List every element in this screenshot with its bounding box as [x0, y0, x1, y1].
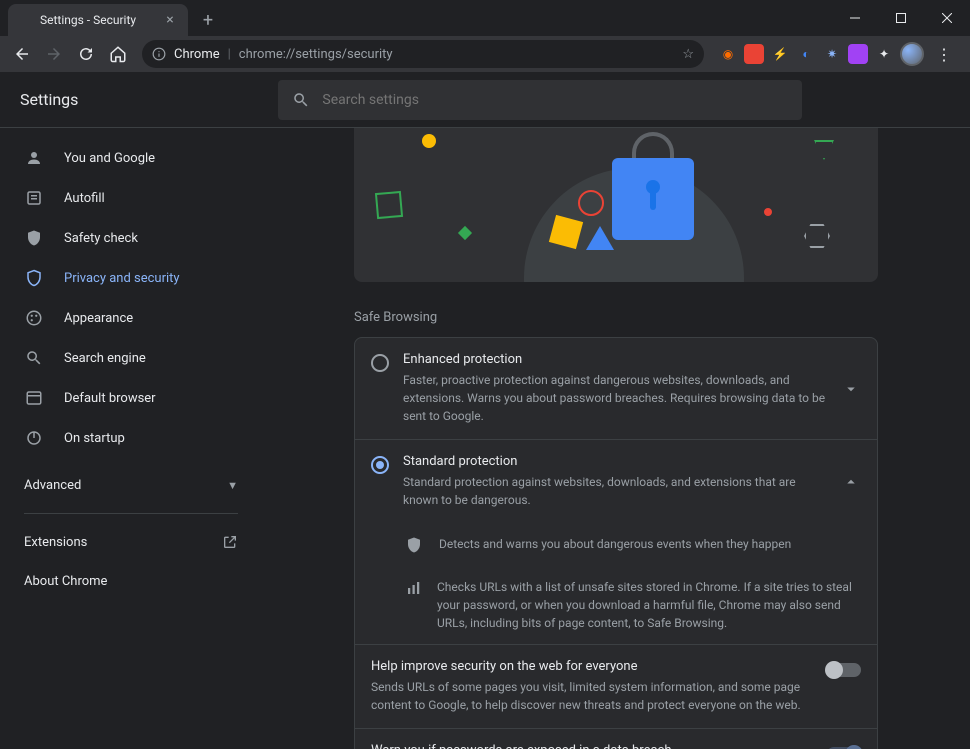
sidebar-label: Privacy and security — [64, 271, 180, 286]
sidebar-about-chrome[interactable]: About Chrome — [8, 562, 254, 601]
standard-detail-row: Detects and warns you about dangerous ev… — [355, 523, 877, 566]
sidebar-item-privacy-security[interactable]: Privacy and security — [8, 258, 254, 298]
toggle-title: Help improve security on the web for eve… — [371, 659, 813, 674]
bookmark-star-icon[interactable]: ☆ — [682, 47, 694, 62]
extension-icon[interactable]: ⚡ — [770, 44, 790, 64]
radio-button[interactable] — [371, 456, 389, 474]
url-text: chrome://settings/security — [239, 47, 393, 62]
window-controls — [832, 0, 970, 36]
sidebar-label: Safety check — [64, 231, 138, 246]
sidebar-item-autofill[interactable]: Autofill — [8, 178, 254, 218]
toggle-switch[interactable] — [827, 663, 861, 677]
autofill-icon — [24, 189, 44, 207]
settings-content[interactable]: Safe Browsing Enhanced protection Faster… — [262, 128, 970, 749]
extensions-label: Extensions — [24, 535, 87, 550]
search-icon — [292, 91, 310, 109]
sidebar-label: Appearance — [64, 311, 133, 326]
browser-tab[interactable]: Settings - Security × — [8, 4, 188, 36]
detail-text: Detects and warns you about dangerous ev… — [439, 535, 791, 554]
chevron-down-icon: ▼ — [227, 479, 238, 492]
section-heading: Safe Browsing — [354, 310, 878, 325]
security-hero-illustration — [354, 128, 878, 282]
toggle-title: Warn you if passwords are exposed in a d… — [371, 743, 813, 749]
extensions-area: ◉ ⚡ ◐ ✷ ✦ ⋮ — [714, 40, 962, 68]
security-icon — [24, 269, 44, 287]
minimize-button[interactable] — [832, 0, 878, 36]
close-window-button[interactable] — [924, 0, 970, 36]
search-settings[interactable] — [278, 80, 802, 120]
option-title: Enhanced protection — [403, 352, 827, 367]
advanced-label: Advanced — [24, 478, 81, 493]
extension-icon[interactable]: ◐ — [796, 44, 816, 64]
safe-browsing-card: Enhanced protection Faster, proactive pr… — [354, 337, 878, 749]
reload-button[interactable] — [72, 40, 100, 68]
extensions-menu-icon[interactable]: ✦ — [874, 44, 894, 64]
menu-icon[interactable]: ⋮ — [930, 40, 958, 68]
site-info-icon[interactable] — [152, 47, 166, 61]
extension-icon[interactable] — [848, 44, 868, 64]
settings-sidebar: You and Google Autofill Safety check Pri… — [0, 128, 262, 749]
sidebar-extensions-link[interactable]: Extensions — [8, 522, 254, 562]
extension-icon[interactable]: ✷ — [822, 44, 842, 64]
sidebar-label: Default browser — [64, 391, 156, 406]
person-icon — [24, 149, 44, 167]
profile-avatar[interactable] — [900, 42, 924, 66]
extension-icon[interactable] — [744, 44, 764, 64]
address-bar[interactable]: Chrome | chrome://settings/security ☆ — [142, 40, 704, 68]
sidebar-label: Search engine — [64, 351, 146, 366]
sidebar-item-appearance[interactable]: Appearance — [8, 298, 254, 338]
option-description: Faster, proactive protection against dan… — [403, 371, 827, 425]
extension-icon[interactable]: ◉ — [718, 44, 738, 64]
sidebar-item-default-browser[interactable]: Default browser — [8, 378, 254, 418]
new-tab-button[interactable]: + — [194, 6, 222, 34]
forward-button[interactable] — [40, 40, 68, 68]
option-description: Standard protection against websites, do… — [403, 473, 827, 509]
gear-icon — [18, 13, 32, 27]
sidebar-item-on-startup[interactable]: On startup — [8, 418, 254, 458]
home-button[interactable] — [104, 40, 132, 68]
detail-text: Checks URLs with a list of unsafe sites … — [437, 578, 861, 632]
window-titlebar: Settings - Security × + — [0, 0, 970, 36]
maximize-button[interactable] — [878, 0, 924, 36]
expand-icon[interactable] — [841, 352, 861, 425]
sidebar-label: You and Google — [64, 151, 155, 166]
sidebar-item-search-engine[interactable]: Search engine — [8, 338, 254, 378]
password-breach-toggle-row: Warn you if passwords are exposed in a d… — [355, 728, 877, 749]
settings-header: Settings — [0, 72, 970, 128]
divider — [24, 513, 238, 514]
shield-check-icon — [24, 229, 44, 247]
collapse-icon[interactable] — [841, 454, 861, 509]
option-title: Standard protection — [403, 454, 827, 469]
toggle-description: Sends URLs of some pages you visit, limi… — [371, 678, 813, 714]
tab-title: Settings - Security — [40, 13, 154, 27]
url-scheme: Chrome — [174, 47, 220, 62]
option-enhanced-protection[interactable]: Enhanced protection Faster, proactive pr… — [355, 338, 877, 440]
browser-toolbar: Chrome | chrome://settings/security ☆ ◉ … — [0, 36, 970, 72]
sidebar-item-you-and-google[interactable]: You and Google — [8, 138, 254, 178]
radio-button[interactable] — [371, 354, 389, 372]
sidebar-label: On startup — [64, 431, 125, 446]
search-input[interactable] — [322, 92, 788, 108]
shield-icon — [405, 536, 425, 554]
palette-icon — [24, 309, 44, 327]
browser-icon — [24, 389, 44, 407]
analytics-icon — [405, 579, 423, 632]
external-link-icon — [222, 534, 238, 550]
power-icon — [24, 429, 44, 447]
page-title: Settings — [20, 90, 78, 109]
help-improve-security-toggle-row: Help improve security on the web for eve… — [355, 644, 877, 728]
sidebar-label: Autofill — [64, 191, 105, 206]
standard-detail-row: Checks URLs with a list of unsafe sites … — [355, 566, 877, 644]
close-tab-icon[interactable]: × — [162, 12, 178, 28]
sidebar-item-safety-check[interactable]: Safety check — [8, 218, 254, 258]
option-standard-protection[interactable]: Standard protection Standard protection … — [355, 440, 877, 523]
back-button[interactable] — [8, 40, 36, 68]
about-label: About Chrome — [24, 574, 107, 589]
search-icon — [24, 349, 44, 367]
sidebar-advanced-toggle[interactable]: Advanced ▼ — [8, 466, 254, 505]
